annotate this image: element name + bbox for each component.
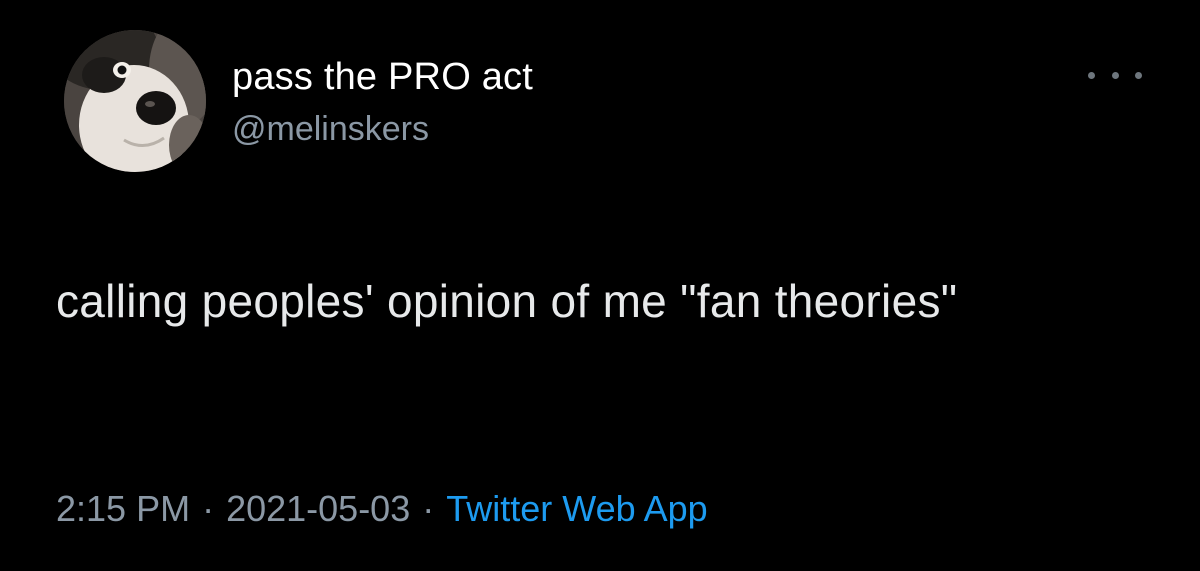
tweet-card: pass the PRO act @melinskers calling peo… <box>0 0 1200 571</box>
tweet-time[interactable]: 2:15 PM <box>56 488 190 530</box>
tweet-source-link[interactable]: Twitter Web App <box>446 488 707 530</box>
dot-icon <box>1135 71 1142 79</box>
dot-icon <box>1088 71 1095 79</box>
tweet-meta: 2:15 PM · 2021-05-03 · Twitter Web App <box>56 488 708 530</box>
dot-icon <box>1111 71 1119 79</box>
tweet-date[interactable]: 2021-05-03 <box>226 488 410 530</box>
author-display-name[interactable]: pass the PRO act <box>232 56 533 99</box>
tweet-text: calling peoples' opinion of me "fan theo… <box>56 275 958 327</box>
author-handle[interactable]: @melinskers <box>232 110 429 149</box>
dog-avatar-icon[interactable] <box>64 30 206 172</box>
meta-separator: · <box>202 488 215 529</box>
more-options-icon[interactable] <box>1088 60 1142 90</box>
meta-separator: · <box>422 488 435 529</box>
